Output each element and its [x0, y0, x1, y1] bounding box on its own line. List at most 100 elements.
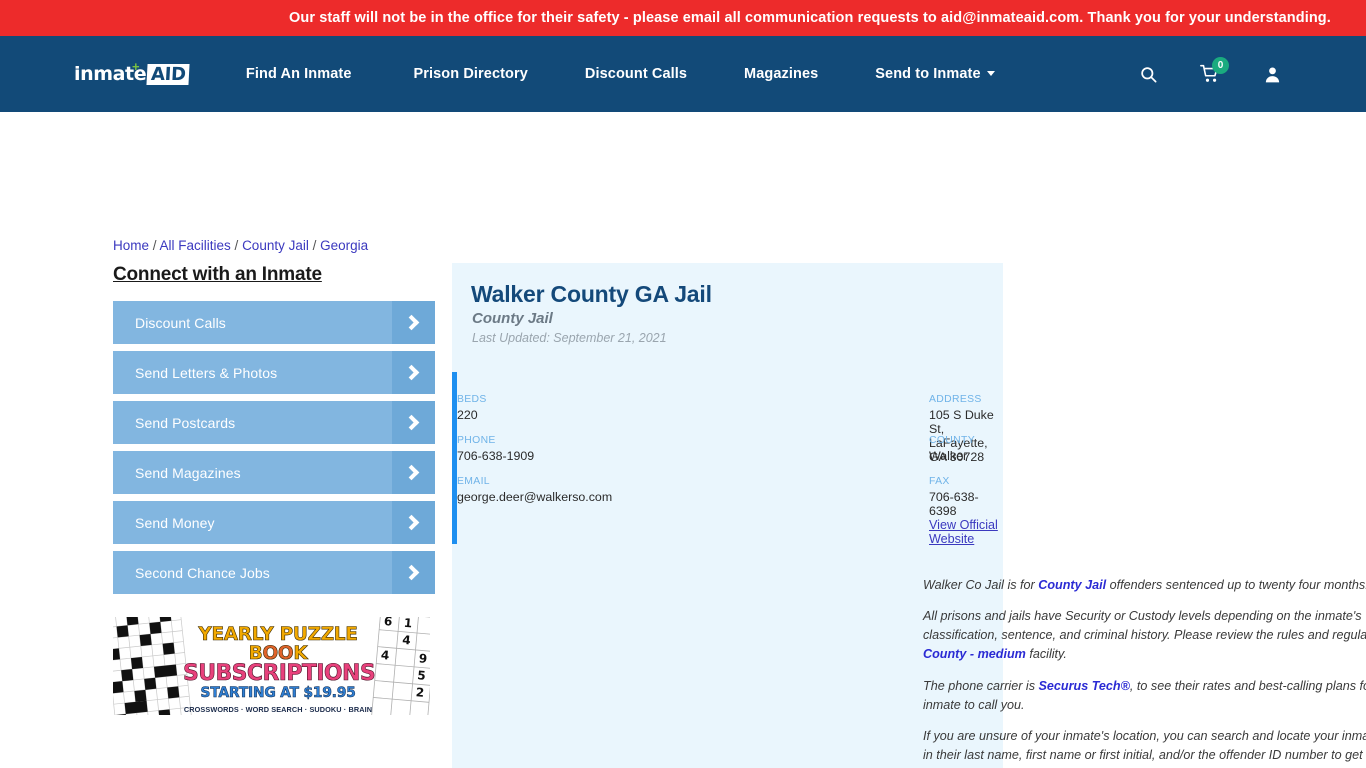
svg-text:9: 9: [418, 651, 428, 666]
breadcrumb-separator: /: [308, 238, 321, 253]
paragraph-1-text-a: Walker Co Jail is for: [923, 578, 1039, 592]
user-icon: [1265, 66, 1279, 82]
chevron-right-icon: [392, 401, 435, 444]
description-paragraph-3: The phone carrier is Securus Tech®, to s…: [923, 677, 1366, 715]
detail-label: ADDRESS: [929, 394, 982, 405]
description-paragraph-2: All prisons and jails have Security or C…: [923, 607, 1366, 664]
sidebar: Connect with an Inmate Discount Calls Se…: [113, 264, 435, 601]
account-button[interactable]: [1249, 51, 1295, 97]
puzzle-book-ad-banner[interactable]: 61 4 49 5 2 YEARLY PUZZLE BOOK SUBSCRIPT…: [113, 617, 430, 715]
svg-text:1: 1: [403, 617, 413, 631]
logo-text-aid: AID: [146, 63, 190, 85]
chevron-right-icon: [392, 351, 435, 394]
detail-label: COUNTY: [929, 435, 975, 446]
svg-text:5: 5: [417, 668, 427, 683]
page-title: Walker County GA Jail: [471, 281, 712, 307]
paragraph-2-text-b: facility.: [1025, 647, 1067, 662]
ad-line-1: YEARLY PUZZLE BOOK: [183, 624, 373, 664]
facility-details-grid: ADDRESS 105 S Duke St, LaFayette, GA 307…: [457, 372, 1003, 546]
nav-item-find-an-inmate[interactable]: Find An Inmate: [246, 66, 352, 82]
detail-value: george.deer@walkerso.com: [457, 490, 613, 504]
facility-details-block: ADDRESS 105 S Duke St, LaFayette, GA 307…: [452, 372, 1003, 546]
paragraph-3-text-a: The phone carrier is: [923, 678, 1039, 693]
logo-plus-icon: +: [132, 59, 140, 74]
detail-value: 706-638-6398: [929, 490, 979, 518]
search-button[interactable]: [1125, 51, 1171, 97]
detail-label: PHONE: [457, 435, 496, 446]
nav-item-prison-directory[interactable]: Prison Directory: [414, 66, 528, 82]
link-county-jail[interactable]: County Jail: [1038, 578, 1106, 592]
nav-item-magazines[interactable]: Magazines: [744, 66, 818, 82]
paragraph-2-text-a: All prisons and jails have Security or C…: [923, 609, 1366, 643]
detail-label: EMAIL: [457, 476, 490, 487]
alert-banner: Our staff will not be in the office for …: [0, 0, 1366, 36]
view-official-website-link[interactable]: View Official Website: [929, 518, 1003, 546]
nav-item-send-to-inmate-label: Send to Inmate: [875, 66, 981, 82]
cart-count-badge: 0: [1212, 57, 1229, 74]
sidebar-item-send-postcards[interactable]: Send Postcards: [113, 401, 435, 444]
sidebar-item-label: Send Money: [135, 514, 215, 531]
cart-button[interactable]: 0: [1187, 51, 1233, 97]
breadcrumb-item-georgia[interactable]: Georgia: [320, 238, 368, 253]
sidebar-title: Connect with an Inmate: [113, 264, 322, 285]
sidebar-item-discount-calls[interactable]: Discount Calls: [113, 301, 435, 344]
breadcrumb: Home / All Facilities / County Jail / Ge…: [113, 238, 368, 253]
facility-type: County Jail: [472, 310, 553, 327]
nav-links: Find An Inmate Prison Directory Discount…: [246, 66, 995, 82]
nav-icon-group: 0: [1125, 36, 1366, 112]
sidebar-item-label: Second Chance Jobs: [135, 564, 270, 581]
sidebar-item-label: Discount Calls: [135, 314, 226, 331]
sidebar-item-label: Send Magazines: [135, 464, 241, 481]
ad-text-block: YEARLY PUZZLE BOOK SUBSCRIPTIONS STARTIN…: [183, 624, 376, 715]
main-navbar: inmate + AID Find An Inmate Prison Direc…: [0, 36, 1366, 112]
search-icon: [1140, 66, 1156, 82]
detail-value: 220: [457, 408, 478, 422]
detail-value: 706-638-1909: [457, 449, 535, 463]
chevron-right-icon: [392, 301, 435, 344]
chevron-right-icon: [392, 451, 435, 494]
sidebar-item-label: Send Letters & Photos: [135, 364, 278, 381]
description-paragraph-4: If you are unsure of your inmate's locat…: [923, 728, 1366, 768]
link-county-medium[interactable]: County - medium: [923, 647, 1026, 661]
detail-county: COUNTY Walker: [929, 435, 975, 463]
svg-text:6: 6: [383, 617, 393, 629]
breadcrumb-item-all-facilities[interactable]: All Facilities: [160, 238, 231, 253]
svg-text:4: 4: [402, 633, 412, 648]
detail-phone: PHONE 706-638-1909: [457, 435, 534, 463]
sidebar-item-send-money[interactable]: Send Money: [113, 501, 435, 544]
ad-line-2: SUBSCRIPTIONS: [183, 660, 376, 686]
detail-email: EMAIL george.deer@walkerso.com: [457, 476, 612, 504]
site-logo[interactable]: inmate + AID: [74, 59, 190, 85]
last-updated-text: Last Updated: September 21, 2021: [472, 331, 667, 345]
detail-value: Walker: [929, 449, 968, 463]
sidebar-item-second-chance-jobs[interactable]: Second Chance Jobs: [113, 551, 435, 594]
breadcrumb-separator: /: [149, 238, 160, 253]
paragraph-1-text-b: offenders sentenced up to twenty four mo…: [1106, 578, 1366, 592]
chevron-down-icon: [986, 71, 995, 76]
sidebar-item-label: Send Postcards: [135, 414, 236, 431]
facility-description: Walker Co Jail is for County Jail offend…: [923, 576, 1366, 768]
breadcrumb-item-county-jail[interactable]: County Jail: [242, 238, 309, 253]
link-securus-tech[interactable]: Securus Tech®: [1039, 679, 1130, 693]
svg-text:4: 4: [380, 648, 390, 663]
chevron-right-icon: [392, 551, 435, 594]
detail-beds: BEDS 220: [457, 394, 487, 422]
breadcrumb-separator: /: [230, 238, 243, 253]
breadcrumb-item-home[interactable]: Home: [113, 238, 149, 253]
ad-line-3: STARTING AT $19.95: [200, 684, 356, 701]
sidebar-item-send-letters-photos[interactable]: Send Letters & Photos: [113, 351, 435, 394]
detail-label: BEDS: [457, 394, 487, 405]
svg-text:2: 2: [415, 685, 425, 700]
nav-item-discount-calls[interactable]: Discount Calls: [585, 66, 687, 82]
crossword-grid-graphic: [113, 617, 192, 715]
nav-item-send-to-inmate[interactable]: Send to Inmate: [875, 66, 995, 82]
sidebar-item-send-magazines[interactable]: Send Magazines: [113, 451, 435, 494]
alert-banner-text: Our staff will not be in the office for …: [289, 10, 1331, 26]
chevron-right-icon: [392, 501, 435, 544]
ad-line-4: CROSSWORDS · WORD SEARCH · SUDOKU · BRAI…: [183, 705, 373, 715]
description-paragraph-1: Walker Co Jail is for County Jail offend…: [923, 576, 1366, 595]
sudoku-grid-graphic: 61 4 49 5 2: [371, 617, 430, 715]
page-body: Home / All Facilities / County Jail / Ge…: [0, 112, 1366, 768]
detail-fax: FAX 706-638-6398: [929, 476, 1003, 518]
detail-label: FAX: [929, 476, 950, 487]
